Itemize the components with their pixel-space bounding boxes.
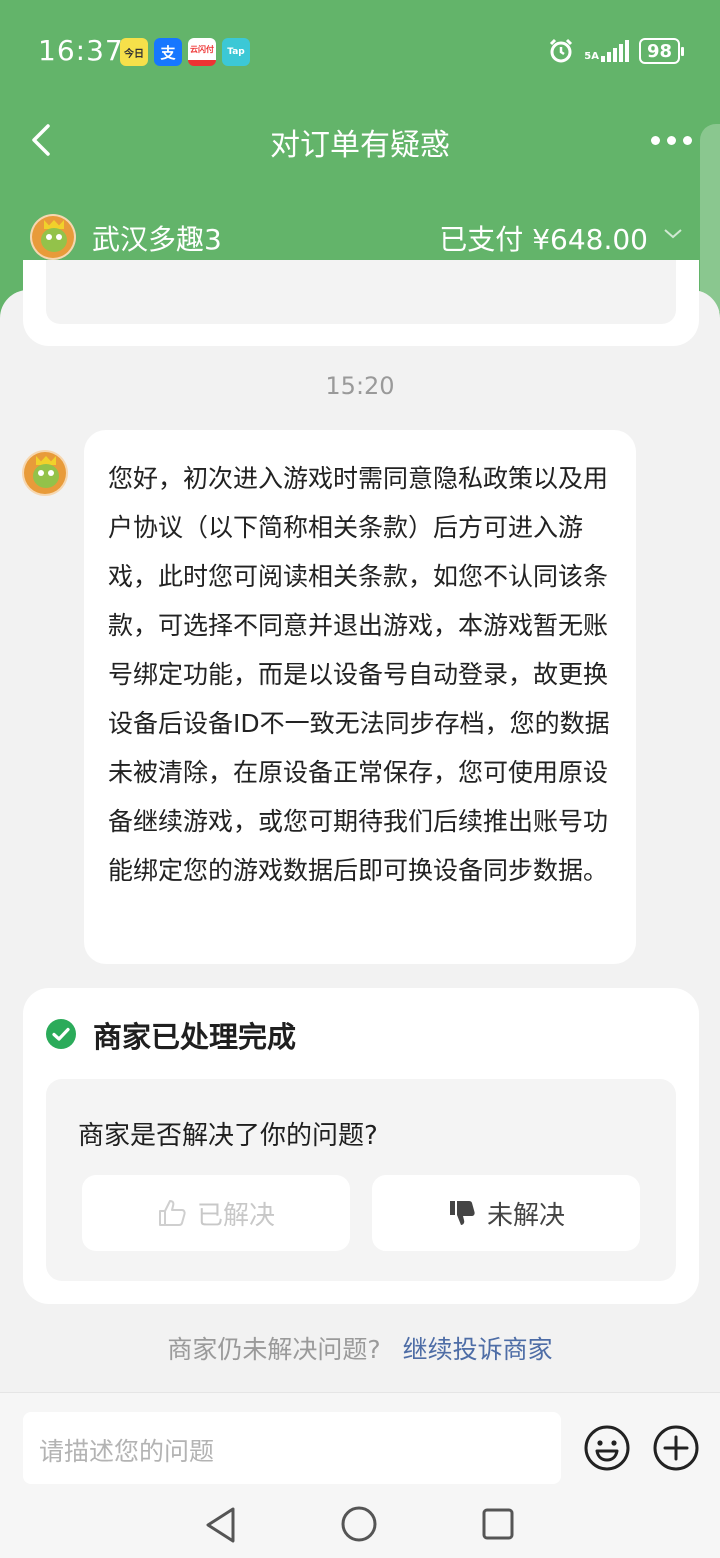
message-bubble: 您好，初次进入游戏时需同意隐私政策以及用户协议（以下简称相关条款）后方可进入游戏…: [84, 430, 636, 964]
status-bar: 16:37 今日 支 云闪付 Tap 5A 98: [0, 0, 720, 100]
alipay-icon: 支: [154, 38, 182, 66]
thumbs-up-icon: [158, 1200, 186, 1226]
chevron-down-icon[interactable]: [662, 222, 684, 244]
nav-recent-apps-icon[interactable]: [481, 1507, 515, 1541]
battery-icon: 98: [638, 38, 685, 64]
input-bar: 请描述您的问题: [0, 1392, 720, 1558]
notification-icons: 今日 支 云闪付 Tap: [120, 38, 250, 66]
system-icons: 5A 98: [548, 38, 685, 64]
previous-card-content: [46, 260, 676, 324]
unresolved-button[interactable]: 未解决: [372, 1175, 640, 1251]
nav-home-icon[interactable]: [340, 1505, 378, 1543]
status-time: 16:37: [38, 34, 124, 67]
message-text: 您好，初次进入游戏时需同意隐私政策以及用户协议（以下简称相关条款）后方可进入游戏…: [108, 464, 610, 885]
plus-icon[interactable]: [652, 1424, 700, 1472]
status-title: 商家已处理完成: [93, 1020, 297, 1054]
complain-prompt: 商家仍未解决问题?: [167, 1335, 381, 1364]
feedback-box: 商家是否解决了你的问题? 已解决 未解决: [46, 1079, 676, 1281]
merchant-message-avatar: [22, 450, 68, 496]
battery-level: 98: [646, 40, 672, 62]
side-handle[interactable]: [700, 124, 720, 312]
payment-status: 已支付 ¥648.00: [439, 223, 648, 256]
message-input[interactable]: 请描述您的问题: [23, 1412, 561, 1484]
taptap-icon: Tap: [222, 38, 250, 66]
signal-label: 5A: [584, 51, 599, 62]
merchant-name: 武汉多趣3: [92, 223, 222, 256]
resolution-status-card: 商家已处理完成 商家是否解决了你的问题? 已解决 未解决: [23, 988, 699, 1304]
unresolved-label: 未解决: [486, 1200, 565, 1231]
page-title: 对订单有疑惑: [270, 128, 450, 163]
system-navigation: [0, 1505, 720, 1551]
emoji-icon[interactable]: [583, 1424, 631, 1472]
nav-back-icon[interactable]: [203, 1505, 237, 1545]
check-circle-icon: [46, 1019, 76, 1049]
message-timestamp: 15:20: [325, 372, 395, 400]
previous-message-card: [23, 260, 699, 346]
signal-icon: 5A: [584, 40, 629, 62]
unionpay-icon: 云闪付: [188, 38, 216, 66]
resolved-button[interactable]: 已解决: [82, 1175, 350, 1251]
merchant-info[interactable]: 武汉多趣3 已支付 ¥648.00: [0, 210, 720, 266]
thumbs-down-icon: [449, 1201, 475, 1225]
alarm-icon: [550, 38, 573, 63]
app-icon-today: 今日: [120, 38, 148, 66]
more-options-icon[interactable]: [651, 136, 692, 145]
merchant-avatar: [30, 214, 76, 260]
feedback-question: 商家是否解决了你的问题?: [78, 1121, 378, 1151]
complain-row: 商家仍未解决问题? 继续投诉商家: [0, 1330, 720, 1366]
nav-bar: 对订单有疑惑: [0, 100, 720, 180]
continue-complaint-link[interactable]: 继续投诉商家: [403, 1335, 553, 1364]
resolved-label: 已解决: [196, 1200, 275, 1231]
